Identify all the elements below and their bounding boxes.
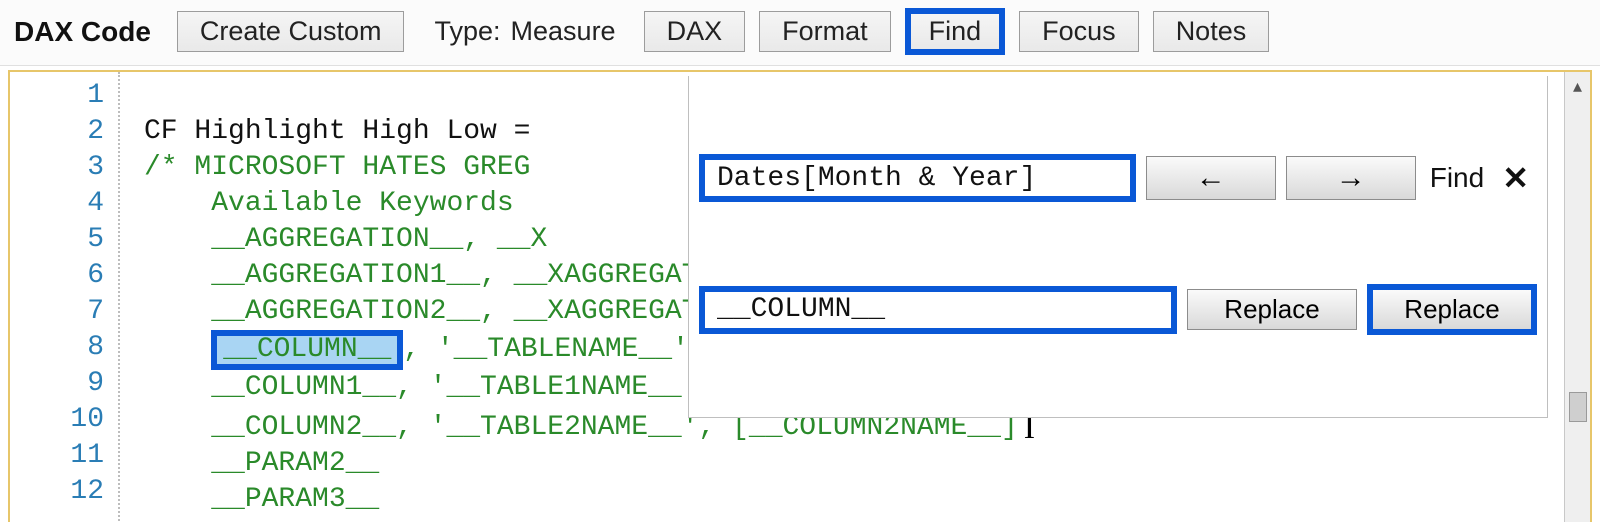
line-number: 8 [10,330,104,366]
scroll-up-icon[interactable]: ▴ [1573,72,1582,101]
find-button[interactable]: Find [905,8,1006,55]
line-number: 7 [10,294,104,330]
code-line: CF Highlight High Low = [144,116,530,147]
find-prev-button[interactable]: ← [1146,156,1276,200]
find-row: ← → Find ✕ [699,154,1537,202]
replace-row: Replace Replace [699,284,1537,335]
line-number: 5 [10,222,104,258]
editor: 1 2 3 4 5 6 7 8 9 10 11 12 CF Highlight … [8,70,1592,522]
line-number: 4 [10,186,104,222]
close-icon[interactable]: ✕ [1494,160,1537,196]
line-number: 1 [10,78,104,114]
line-number: 9 [10,366,104,402]
type-label: Type: [434,16,500,47]
replace-button[interactable]: Replace [1187,289,1357,330]
find-input[interactable] [699,154,1136,202]
app-root: DAX Code Create Custom Type: Measure DAX… [0,0,1600,522]
create-custom-button[interactable]: Create Custom [177,11,405,52]
code-text [144,334,211,365]
panel-title: DAX Code [14,16,151,48]
notes-button[interactable]: Notes [1153,11,1270,52]
dax-button[interactable]: DAX [644,11,746,52]
replace-input[interactable] [699,286,1177,334]
line-number: 12 [10,474,104,510]
find-replace-panel: ← → Find ✕ Replace Replace [688,76,1548,418]
code-line: Available Keywords [144,188,514,219]
focus-button[interactable]: Focus [1019,11,1139,52]
find-next-button[interactable]: → [1286,156,1416,200]
search-match-selected: __COLUMN__ [211,330,403,370]
vertical-scrollbar[interactable]: ▴ ▾ [1564,72,1590,522]
find-label: Find [1430,160,1484,196]
code-line: __PARAM3__ [144,484,379,515]
line-number: 3 [10,150,104,186]
format-button[interactable]: Format [759,11,891,52]
replace-all-button[interactable]: Replace [1367,284,1537,335]
line-gutter: 1 2 3 4 5 6 7 8 9 10 11 12 [10,72,120,522]
line-number: 6 [10,258,104,294]
type-value: Measure [511,16,616,47]
code-line: __PARAM2__ [144,448,379,479]
code-line: /* MICROSOFT HATES GREG [144,152,530,183]
code-line: __AGGREGATION__, __X [144,224,547,255]
toolbar: DAX Code Create Custom Type: Measure DAX… [0,0,1600,66]
line-number: 11 [10,438,104,474]
code-area[interactable]: CF Highlight High Low = /* MICROSOFT HAT… [120,72,1564,522]
scroll-thumb[interactable] [1569,392,1587,422]
line-number: 2 [10,114,104,150]
line-number: 10 [10,402,104,438]
